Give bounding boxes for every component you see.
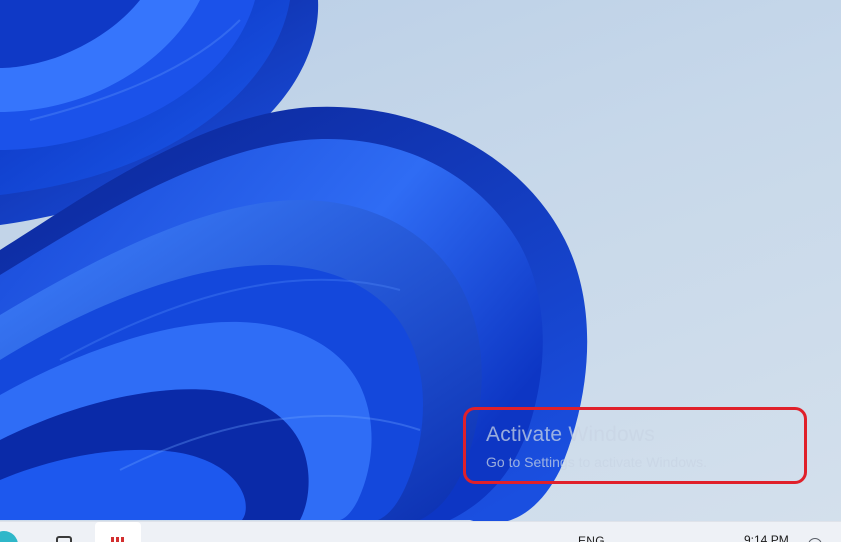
notification-icon[interactable]	[808, 538, 822, 542]
desktop[interactable]: Activate Windows Go to Settings to activ…	[0, 0, 841, 542]
start-orb-shape	[0, 531, 18, 542]
taskbar[interactable]: ENG 9:14 PM	[0, 521, 841, 542]
pinned-app-icon[interactable]	[95, 522, 141, 542]
start-icon[interactable]	[0, 522, 20, 542]
highlight-annotation-box	[463, 407, 807, 484]
clock-time[interactable]: 9:14 PM	[744, 533, 789, 542]
pinned-app-mark	[111, 537, 125, 542]
task-view-shape	[56, 536, 72, 542]
language-indicator[interactable]: ENG	[578, 534, 605, 542]
task-view-icon[interactable]	[52, 522, 74, 542]
